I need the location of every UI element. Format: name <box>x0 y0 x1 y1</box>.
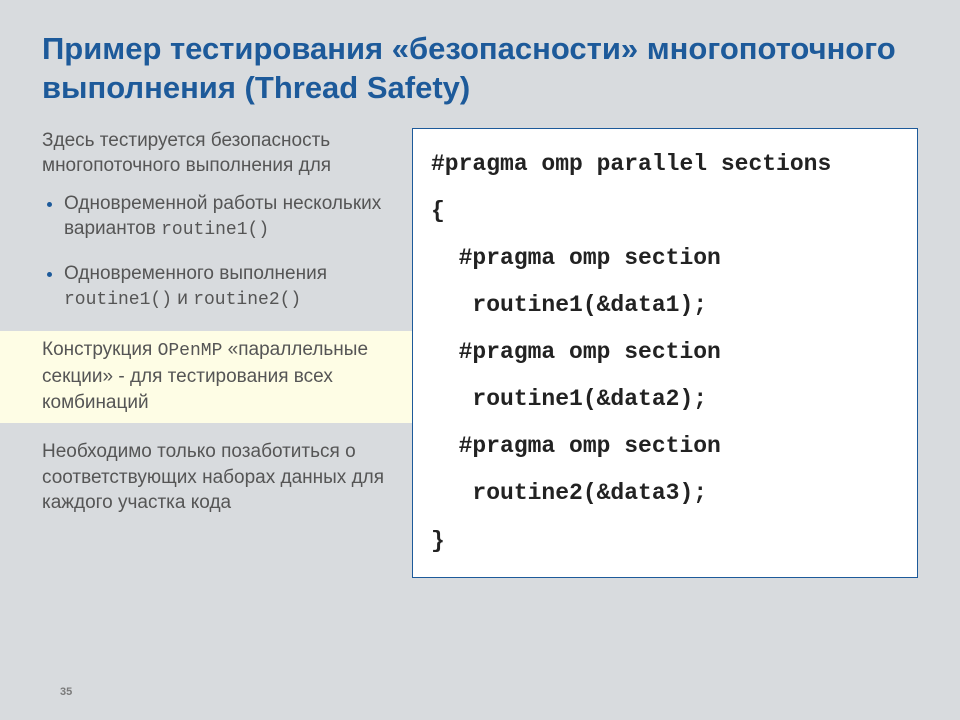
intro-text: Здесь тестируется безопасность многопото… <box>42 128 392 179</box>
bullet-text: Одновременного выполнения <box>64 263 327 284</box>
content-columns: Здесь тестируется безопасность многопото… <box>42 128 918 578</box>
code-inline: OPenMP <box>158 341 223 361</box>
bullet-text: и <box>172 288 193 309</box>
bullet-item: Одновременного выполнения routine1() и r… <box>64 261 392 313</box>
note-text: Необходимо только позаботиться о соответ… <box>42 439 392 516</box>
bullet-list: Одновременной работы нескольких варианто… <box>42 191 392 313</box>
code-inline: routine2() <box>193 290 301 310</box>
highlight-text: Конструкция <box>42 339 158 360</box>
highlight-box: Конструкция OPenMP «параллельные секции»… <box>0 331 422 423</box>
bullet-item: Одновременной работы нескольких варианто… <box>64 191 392 243</box>
right-column: #pragma omp parallel sections { #pragma … <box>412 128 918 578</box>
slide-title: Пример тестирования «безопасности» много… <box>42 30 918 108</box>
slide: Пример тестирования «безопасности» много… <box>0 0 960 720</box>
left-column: Здесь тестируется безопасность многопото… <box>42 128 392 516</box>
code-block: #pragma omp parallel sections { #pragma … <box>412 128 918 578</box>
code-inline: routine1() <box>161 220 269 240</box>
page-number: 35 <box>60 686 72 698</box>
code-inline: routine1() <box>64 290 172 310</box>
